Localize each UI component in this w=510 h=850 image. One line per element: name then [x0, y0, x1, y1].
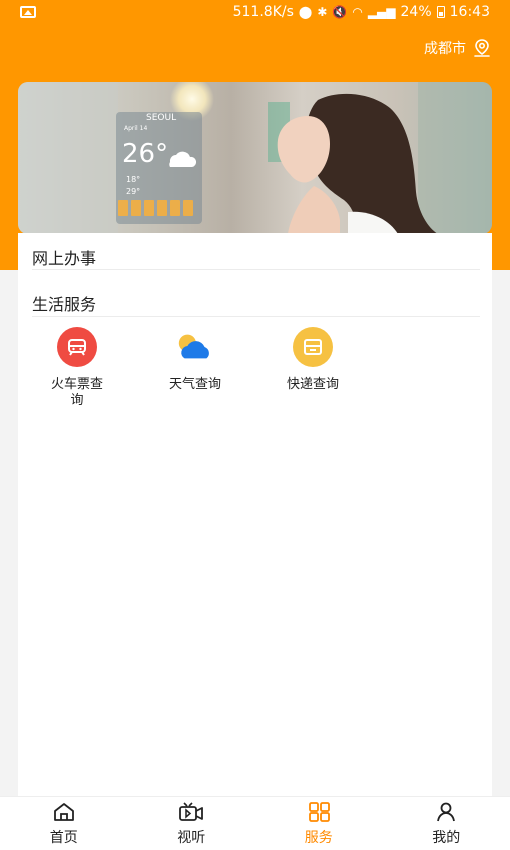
nav-media[interactable]: 视听 [128, 797, 256, 850]
city-label: 成都市 [424, 41, 466, 57]
service-label: 快递查询 [286, 377, 339, 392]
service-label: 火车票查询 [50, 377, 103, 408]
section-title-life: 生活服务 [32, 295, 97, 314]
bluetooth-icon: ✱ [317, 5, 328, 19]
services-card: 网上办事 生活服务 火车票查询 天气查询 快递查询 [18, 233, 492, 798]
location-selector[interactable]: 成都市 [424, 38, 492, 58]
mute-icon: 🔇 [332, 5, 348, 19]
banner-image[interactable]: SEOUL April 14 26° 18° 29° [18, 82, 492, 234]
weather-icon [175, 327, 215, 367]
home-icon [53, 803, 74, 821]
nav-label: 首页 [49, 830, 78, 846]
banner-city: SEOUL [146, 113, 176, 123]
train-icon [57, 327, 97, 367]
location-icon: ⬤ [298, 5, 313, 19]
user-icon [437, 802, 456, 822]
nav-label: 我的 [432, 830, 461, 846]
clock: 16:43 [449, 4, 490, 20]
bottom-nav: 首页 视听 服务 我的 [0, 796, 510, 850]
wifi-icon: ◠ [352, 5, 363, 19]
section-title-online: 网上办事 [32, 249, 97, 268]
banner-low: 18° [126, 175, 140, 184]
nav-home[interactable]: 首页 [0, 797, 128, 850]
banner-illustration: SEOUL April 14 26° 18° 29° [18, 82, 492, 234]
banner-high: 29° [126, 187, 140, 196]
video-icon [179, 802, 204, 821]
divider [32, 269, 480, 270]
nav-profile[interactable]: 我的 [383, 797, 510, 850]
nav-services[interactable]: 服务 [255, 797, 383, 850]
nav-label: 视听 [177, 830, 206, 846]
grid-icon [308, 802, 330, 822]
banner-temperature: 26° [122, 139, 168, 169]
divider [32, 316, 480, 317]
nav-label: 服务 [304, 830, 333, 846]
status-bar: 511.8K/s ⬤ ✱ 🔇 ◠ ▂▄▆ 24% 16:43 [0, 0, 510, 26]
signal-icon: ▂▄▆ [367, 5, 396, 19]
battery-level: 24% [400, 4, 432, 20]
banner-date: April 14 [124, 125, 147, 132]
service-train-tickets[interactable]: 火车票查询 [32, 327, 122, 409]
map-pin-icon [474, 39, 490, 57]
service-delivery[interactable]: 快递查询 [268, 327, 358, 393]
battery-icon [436, 6, 445, 18]
service-weather[interactable]: 天气查询 [150, 327, 240, 393]
delivery-icon [293, 327, 333, 367]
service-label: 天气查询 [168, 377, 221, 392]
network-speed: 511.8K/s [232, 4, 294, 20]
image-notification-icon [20, 6, 36, 18]
